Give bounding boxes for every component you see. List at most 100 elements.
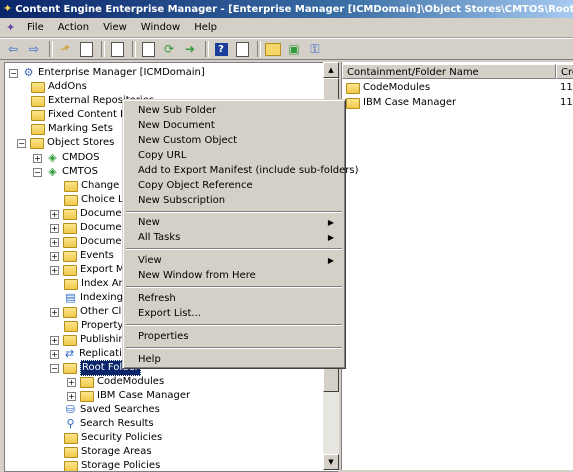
tree-item-index-areas[interactable]: Index Are (64, 277, 129, 291)
view-button[interactable] (233, 40, 251, 58)
folder-icon (63, 236, 77, 248)
menu-help[interactable]: Help (187, 18, 224, 37)
list-row[interactable]: IBM Case Manager (346, 96, 456, 110)
tree-item-ibm-case-manager[interactable]: + IBM Case Manager (67, 389, 190, 403)
tree-item-label: Object Stores (47, 137, 115, 148)
copy-button[interactable] (108, 40, 126, 58)
new-folder-button[interactable] (264, 40, 282, 58)
list-row-name: CodeModules (363, 82, 431, 93)
scroll-up-button[interactable]: ▲ (323, 62, 339, 78)
menu-item-label: New (138, 217, 160, 228)
tree-item-cmdos[interactable]: + ◈ CMDOS (33, 151, 100, 165)
expand-icon[interactable]: + (67, 391, 76, 401)
menu-item-new-window-from-here[interactable]: New Window from Here (138, 268, 338, 283)
collapse-icon[interactable]: − (9, 68, 18, 78)
menu-action[interactable]: Action (51, 18, 96, 37)
tree-item-storage-areas[interactable]: Storage Areas (64, 445, 152, 459)
menu-item-copy-url[interactable]: Copy URL (138, 148, 338, 163)
list-pane[interactable]: Containment/Folder Name Cre CodeModules … (341, 62, 573, 470)
tree-item-fixed-content[interactable]: Fixed Content De (31, 108, 134, 122)
collapse-icon[interactable]: − (50, 363, 59, 373)
list-row-created: 11/ (560, 97, 573, 108)
menu-item-new-custom-object[interactable]: New Custom Object (138, 133, 338, 148)
tree-item-replication[interactable]: + ⇄ Replicatio (50, 347, 128, 361)
properties-button[interactable] (139, 40, 157, 58)
collapse-icon[interactable]: − (33, 167, 42, 177)
collapse-icon[interactable]: − (17, 138, 26, 148)
tree-item-document-2[interactable]: + Documen (50, 221, 128, 235)
security-button[interactable]: ⚿ (306, 40, 324, 58)
menu-item-properties[interactable]: Properties (138, 329, 338, 344)
properties-icon (141, 41, 155, 57)
folder-icon (64, 446, 78, 458)
forward-icon: ⇨ (28, 42, 40, 56)
menu-window[interactable]: Window (134, 18, 187, 37)
menu-item-refresh[interactable]: Refresh (138, 291, 338, 306)
menu-bar: ✦ File Action View Window Help (0, 18, 573, 38)
expand-icon[interactable]: + (50, 209, 59, 219)
menu-file[interactable]: File (20, 18, 51, 37)
menu-item-new-sub-folder[interactable]: New Sub Folder (138, 103, 338, 118)
system-menu-icon[interactable]: ✦ (6, 21, 20, 34)
tree-item-export-manifest[interactable]: + Export Ma (50, 263, 131, 277)
scroll-down-button[interactable]: ▼ (323, 454, 339, 470)
menu-item-label: All Tasks (138, 232, 181, 243)
folder-icon (64, 180, 78, 192)
menu-item-all-tasks[interactable]: All Tasks ▶ (138, 230, 338, 245)
tree-item-indexing[interactable]: ▤ Indexing (64, 291, 123, 305)
tree-item-other-classes[interactable]: + Other Cla (50, 305, 127, 319)
tree-item-saved-searches[interactable]: ⛁ Saved Searches (64, 403, 160, 417)
tree-item-change-preprocessor[interactable]: Change P (64, 179, 129, 193)
menu-item-add-to-export-manifest[interactable]: Add to Export Manifest (include sub-fold… (138, 163, 358, 178)
expand-icon[interactable]: + (67, 377, 76, 387)
expand-icon[interactable]: + (50, 265, 59, 275)
export-button[interactable]: ➜ (181, 40, 199, 58)
tree-item-document-3[interactable]: + Documen (50, 235, 128, 249)
column-header-name[interactable]: Containment/Folder Name (342, 64, 556, 79)
help-button[interactable]: ? (212, 40, 230, 58)
new-document-button[interactable]: ▣ (285, 40, 303, 58)
expand-icon[interactable]: + (50, 237, 59, 247)
expand-icon[interactable]: + (33, 153, 42, 163)
forward-button[interactable]: ⇨ (25, 40, 43, 58)
tree-item-document-1[interactable]: + Documen (50, 207, 128, 221)
tree-item-label: CMTOS (62, 166, 98, 177)
expand-icon[interactable]: + (50, 307, 59, 317)
menu-item-view[interactable]: View ▶ (138, 253, 338, 268)
tree-item-codemodules[interactable]: + CodeModules (67, 375, 164, 389)
tree-item-root[interactable]: − ⚙ Enterprise Manager [ICMDomain] (9, 66, 205, 80)
refresh-button[interactable]: ⟳ (160, 40, 178, 58)
tree-item-search-results[interactable]: ⚲ Search Results (64, 417, 153, 431)
tree-item-property[interactable]: Property (64, 319, 123, 333)
tree-item-storage-policies[interactable]: Storage Policies (64, 459, 160, 471)
tree-item-events[interactable]: + Events (50, 249, 114, 263)
expand-icon[interactable]: + (50, 335, 59, 345)
tree-item-object-stores[interactable]: − Object Stores (17, 136, 114, 150)
folder-icon (64, 194, 78, 206)
tree-item-cmtos[interactable]: − ◈ CMTOS (33, 165, 98, 179)
menu-item-new-subscription[interactable]: New Subscription (138, 193, 338, 208)
tree-item-addons[interactable]: AddOns (31, 80, 87, 94)
folder-icon (63, 222, 77, 234)
window-title: Content Engine Enterprise Manager - [Ent… (15, 3, 573, 15)
column-header-created[interactable]: Cre (556, 64, 573, 79)
tree-item-publishing[interactable]: + Publishing (50, 333, 131, 347)
expand-icon[interactable]: + (50, 349, 59, 359)
tree-item-marking-sets[interactable]: Marking Sets (31, 122, 113, 136)
back-button[interactable]: ⇦ (4, 40, 22, 58)
menu-item-export-list[interactable]: Export List... (138, 306, 338, 321)
up-folder-button[interactable]: ⬏ (56, 40, 74, 58)
menu-view[interactable]: View (96, 18, 134, 37)
tree-item-security-policies[interactable]: Security Policies (64, 431, 162, 445)
menu-item-copy-object-reference[interactable]: Copy Object Reference (138, 178, 338, 193)
expand-icon[interactable]: + (50, 223, 59, 233)
indexing-icon: ▤ (65, 291, 76, 304)
menu-item-new-document[interactable]: New Document (138, 118, 338, 133)
expand-icon[interactable]: + (50, 251, 59, 261)
tree-item-label: Documen (80, 222, 128, 233)
list-row[interactable]: CodeModules (346, 81, 430, 95)
show-hide-tree-button[interactable] (77, 40, 95, 58)
menu-item-help[interactable]: Help (138, 352, 338, 367)
menu-item-new[interactable]: New ▶ (138, 215, 338, 230)
up-folder-icon: ⬏ (59, 42, 71, 56)
